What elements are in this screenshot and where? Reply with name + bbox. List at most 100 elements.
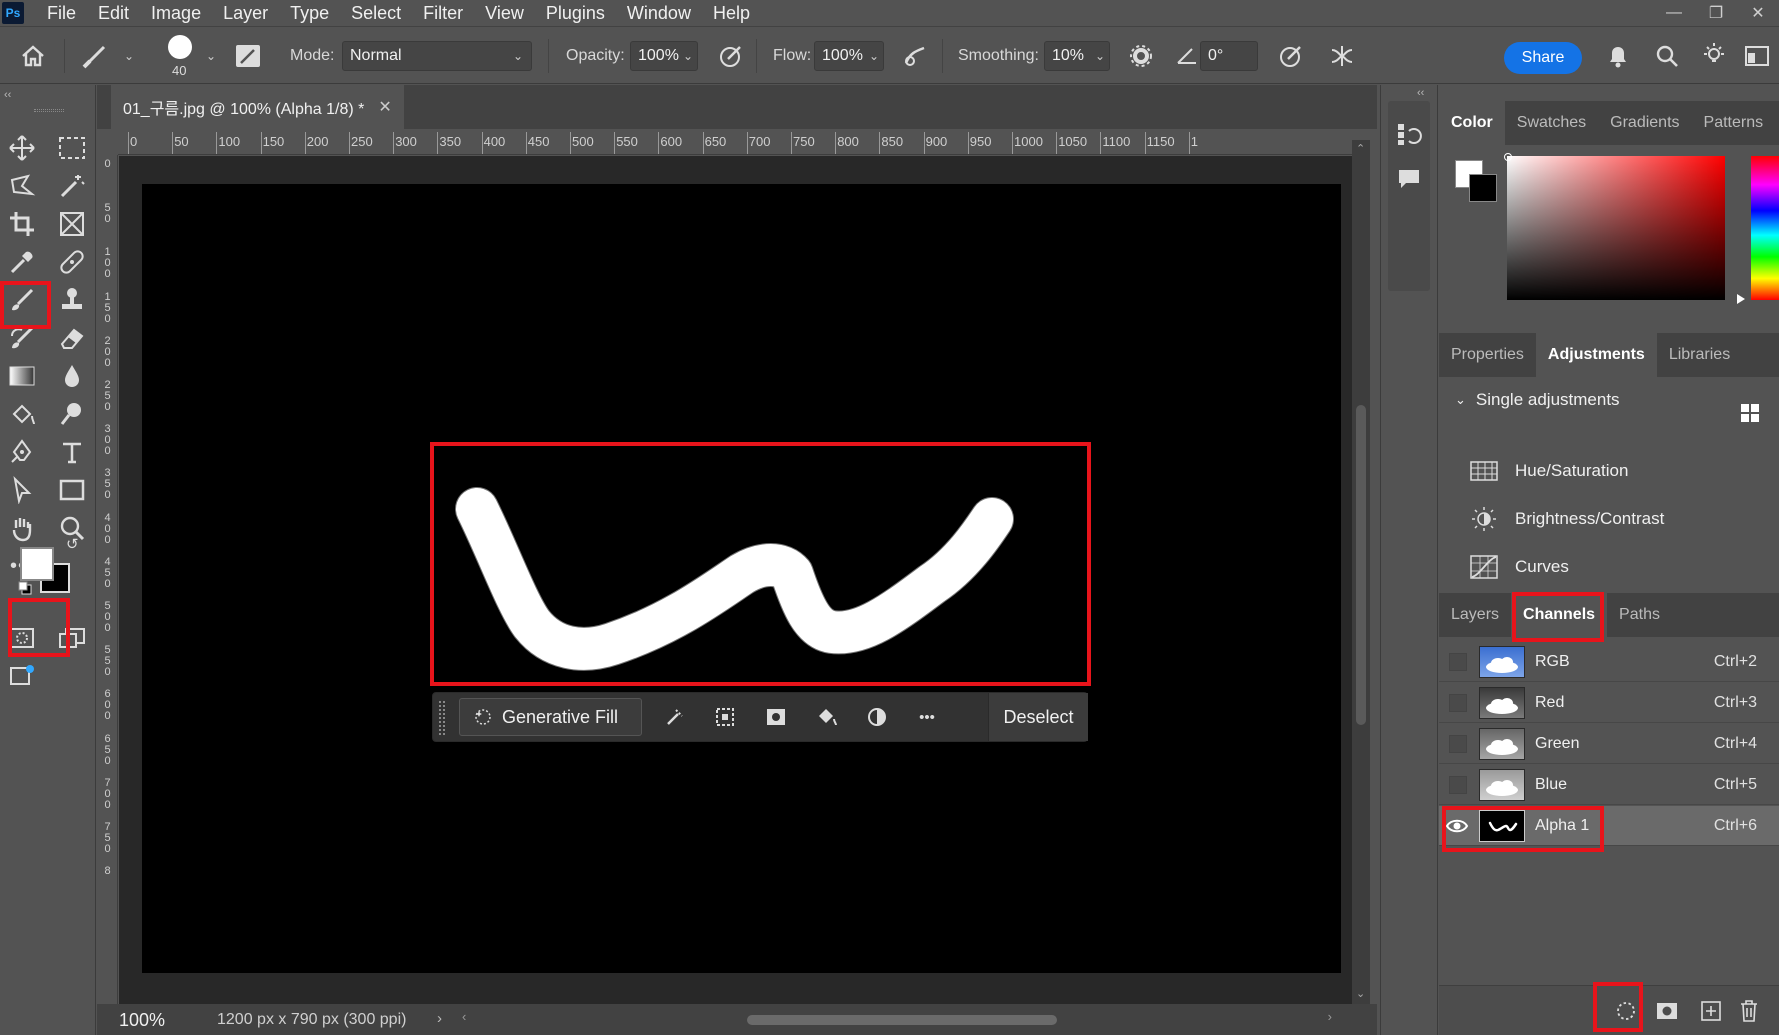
collapse-icon[interactable]: ‹‹	[1417, 87, 1424, 99]
menu-type[interactable]: Type	[279, 0, 340, 26]
brush-tip-icon[interactable]	[168, 35, 192, 59]
mode-select[interactable]: Normal ⌄	[342, 41, 532, 71]
adjustment-curves[interactable]: Curves	[1469, 551, 1569, 583]
angle-field[interactable]: 0°	[1200, 41, 1258, 71]
pressure-size-icon[interactable]	[1278, 43, 1304, 69]
menu-help[interactable]: Help	[702, 0, 761, 26]
type-tool-icon[interactable]	[52, 434, 92, 470]
channel-row-blue[interactable]: Blue Ctrl+5	[1439, 765, 1779, 805]
flow-field[interactable]: 100% ⌄	[814, 41, 884, 71]
more-options-icon[interactable]: •••	[915, 705, 939, 729]
transform-selection-icon[interactable]	[713, 705, 737, 729]
menu-filter[interactable]: Filter	[412, 0, 474, 26]
restore-icon[interactable]: ❐	[1695, 0, 1737, 26]
collapse-icon[interactable]: ‹‹	[4, 89, 11, 101]
grip-icon[interactable]	[439, 701, 445, 735]
comments-icon[interactable]	[1396, 167, 1422, 191]
airbrush-icon[interactable]	[902, 43, 930, 69]
generative-ai-icon[interactable]	[2, 658, 42, 694]
menu-file[interactable]: File	[36, 0, 87, 26]
horizontal-scroll-thumb[interactable]	[747, 1015, 1057, 1025]
background-color-chip[interactable]	[1469, 174, 1497, 202]
menu-window[interactable]: Window	[616, 0, 702, 26]
menu-layer[interactable]: Layer	[212, 0, 279, 26]
grip-icon[interactable]	[34, 109, 64, 112]
tab-properties[interactable]: Properties	[1439, 333, 1536, 377]
channel-row-green[interactable]: Green Ctrl+4	[1439, 724, 1779, 764]
modify-selection-icon[interactable]	[663, 705, 687, 729]
path-selection-tool-icon[interactable]	[2, 472, 42, 508]
history-icon[interactable]	[1396, 121, 1422, 147]
adjustment-brightness-contrast[interactable]: Brightness/Contrast	[1469, 503, 1664, 535]
dodge-tool-icon[interactable]	[52, 396, 92, 432]
scroll-left-icon[interactable]: ‹	[462, 1009, 466, 1024]
mask-icon[interactable]	[764, 705, 788, 729]
status-menu-icon[interactable]: ›	[437, 1010, 442, 1027]
zoom-level[interactable]: 100%	[119, 1010, 165, 1031]
chevron-down-icon[interactable]: ⌄	[124, 49, 134, 63]
tab-swatches[interactable]: Swatches	[1505, 101, 1598, 145]
visibility-toggle[interactable]	[1449, 735, 1467, 753]
tab-layers[interactable]: Layers	[1439, 593, 1511, 637]
close-tab-icon[interactable]: ✕	[378, 97, 391, 117]
menu-plugins[interactable]: Plugins	[535, 0, 616, 26]
channel-row-rgb[interactable]: RGB Ctrl+2	[1439, 642, 1779, 682]
paint-bucket-tool-icon[interactable]	[2, 396, 42, 432]
generative-fill-button[interactable]: Generative Fill	[459, 698, 642, 736]
hand-tool-icon[interactable]	[2, 510, 42, 546]
swap-colors-icon[interactable]: ↺	[66, 535, 79, 553]
single-adjustments-header[interactable]: ⌄ Single adjustments	[1455, 390, 1620, 410]
document-info[interactable]: 1200 px x 790 px (300 ppi)	[217, 1011, 406, 1029]
document-tab[interactable]: 01_구름.jpg @ 100% (Alpha 1/8) * ✕	[111, 85, 404, 129]
gradient-tool-icon[interactable]	[2, 358, 42, 394]
gear-icon[interactable]	[1128, 43, 1154, 69]
vertical-scrollbar[interactable]: ⌃ ⌄	[1352, 140, 1370, 1004]
trash-icon[interactable]	[1739, 999, 1759, 1023]
lightbulb-icon[interactable]	[1700, 41, 1728, 69]
tab-adjustments[interactable]: Adjustments	[1535, 333, 1657, 377]
brush-preset-icon[interactable]	[82, 43, 112, 69]
adjustment-layer-icon[interactable]	[865, 705, 889, 729]
clone-stamp-tool-icon[interactable]	[52, 282, 92, 318]
hue-slider[interactable]	[1751, 156, 1779, 300]
search-icon[interactable]	[1654, 43, 1680, 69]
menu-view[interactable]: View	[474, 0, 535, 26]
foreground-color-swatch[interactable]	[20, 547, 54, 581]
tab-paths[interactable]: Paths	[1607, 593, 1672, 637]
deselect-button[interactable]: Deselect	[988, 693, 1088, 741]
scroll-down-icon[interactable]: ⌄	[1356, 987, 1365, 1000]
pen-tool-icon[interactable]	[2, 434, 42, 470]
color-picker-cursor[interactable]	[1504, 153, 1512, 161]
magic-wand-tool-icon[interactable]	[52, 168, 92, 204]
menu-image[interactable]: Image	[140, 0, 212, 26]
bell-icon[interactable]	[1606, 43, 1630, 69]
frame-tool-icon[interactable]	[52, 206, 92, 242]
crop-tool-icon[interactable]	[2, 206, 42, 242]
home-icon[interactable]	[20, 43, 46, 69]
workspace-icon[interactable]	[1744, 45, 1770, 67]
default-colors-icon[interactable]	[18, 581, 32, 595]
hue-slider-handle[interactable]	[1737, 294, 1745, 304]
marquee-tool-icon[interactable]	[52, 130, 92, 166]
grid-view-icon[interactable]	[1740, 403, 1760, 423]
scroll-up-icon[interactable]: ⌃	[1356, 142, 1365, 155]
visibility-toggle[interactable]	[1449, 653, 1467, 671]
pressure-opacity-icon[interactable]	[718, 43, 744, 69]
menu-select[interactable]: Select	[340, 0, 412, 26]
eyedropper-tool-icon[interactable]	[2, 244, 42, 280]
horizontal-scrollbar[interactable]: ‹ ›	[462, 1009, 1332, 1027]
color-field-picker[interactable]	[1507, 156, 1725, 300]
new-channel-icon[interactable]	[1700, 1000, 1722, 1022]
healing-brush-tool-icon[interactable]	[52, 244, 92, 280]
channel-row-red[interactable]: Red Ctrl+3	[1439, 683, 1779, 723]
move-tool-icon[interactable]	[2, 130, 42, 166]
tab-patterns[interactable]: Patterns	[1692, 101, 1776, 145]
fill-selection-icon[interactable]	[814, 705, 838, 729]
lasso-tool-icon[interactable]	[2, 168, 42, 204]
symmetry-icon[interactable]	[1328, 42, 1356, 70]
close-icon[interactable]: ✕	[1737, 0, 1779, 26]
minimize-icon[interactable]: —	[1653, 0, 1695, 26]
menu-edit[interactable]: Edit	[87, 0, 140, 26]
adjustment-hue-saturation[interactable]: Hue/Saturation	[1469, 455, 1628, 487]
brush-settings-icon[interactable]	[236, 45, 260, 67]
